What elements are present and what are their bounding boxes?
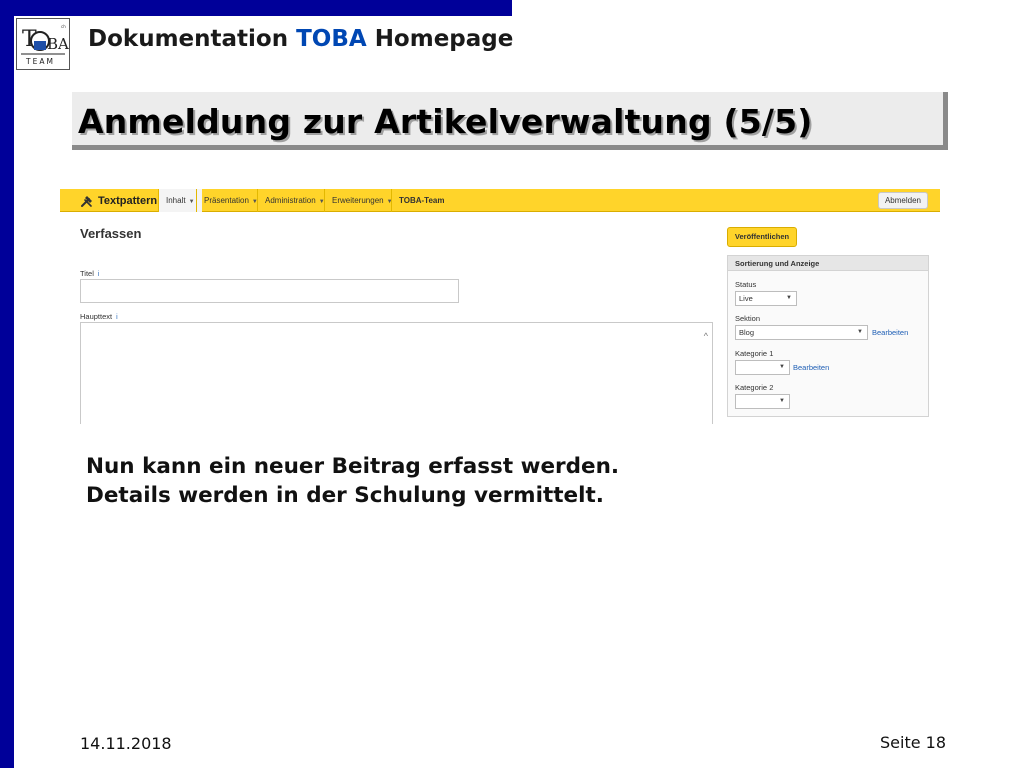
textpattern-screenshot: Textpattern Inhalt ▼ Präsentation ▼ Admini… xyxy=(60,189,940,424)
chevron-down-icon: ▼ xyxy=(188,199,195,205)
slide-title: Anmeldung zur Artikelverwaltung (5/5) xyxy=(78,102,813,141)
slide: T BA TEAM ch Dokumentation TOBA Homepage… xyxy=(0,0,1024,768)
svg-text:TEAM: TEAM xyxy=(25,57,55,66)
section-select[interactable]: Blog ▼ xyxy=(735,325,868,340)
category2-select[interactable]: ▼ xyxy=(735,394,790,409)
title-input[interactable] xyxy=(80,279,459,303)
category1-select[interactable]: ▼ xyxy=(735,360,790,375)
body-line: Details werden in der Schulung vermittel… xyxy=(86,483,604,508)
slide-body: Nun kann ein neuer Beitrag erfasst werde… xyxy=(86,452,619,510)
status-label: Status xyxy=(735,280,757,289)
logout-button[interactable]: Abmelden xyxy=(877,192,928,209)
section-edit-link[interactable]: Bearbeiten xyxy=(872,328,908,337)
chevron-down-icon: ▼ xyxy=(786,295,792,301)
compose-title: Verfassen xyxy=(80,226,142,241)
toba-team-logo: T BA TEAM ch xyxy=(16,18,70,70)
app-brand[interactable]: Textpattern xyxy=(80,189,157,212)
nav-item-praesentation[interactable]: Präsentation ▼ xyxy=(196,189,265,212)
body-field-label: Haupttext i xyxy=(80,312,118,321)
nav-item-toba-team[interactable]: TOBA-Team xyxy=(391,189,452,212)
panel-heading[interactable]: Sortierung und Anzeige xyxy=(728,256,928,271)
category-edit-link[interactable]: Bearbeiten xyxy=(793,363,829,372)
footer-date: 14.11.2018 xyxy=(80,734,172,753)
category2-label: Kategorie 2 xyxy=(735,383,774,392)
scroll-up-icon[interactable]: ^ xyxy=(704,331,708,341)
body-textarea[interactable]: ^ xyxy=(80,322,713,424)
info-icon[interactable]: i xyxy=(116,314,118,321)
top-frame-bar xyxy=(0,0,512,16)
footer-page-number: Seite 18 xyxy=(880,733,947,752)
publish-button[interactable]: Veröffentlichen xyxy=(727,227,797,247)
sort-display-panel: Sortierung und Anzeige Status Live ▼ Sekt… xyxy=(727,255,929,417)
section-label: Sektion xyxy=(735,314,761,323)
chevron-down-icon: ▼ xyxy=(857,329,863,335)
info-icon[interactable]: i xyxy=(98,271,100,278)
header-title-suffix: Homepage xyxy=(374,26,514,52)
app-brand-label: Textpattern xyxy=(98,194,158,207)
status-select[interactable]: Live ▼ xyxy=(735,291,797,306)
svg-text:BA: BA xyxy=(47,35,69,53)
hammer-icon xyxy=(81,195,92,207)
left-frame-bar xyxy=(0,0,14,768)
chevron-down-icon: ▼ xyxy=(779,398,785,404)
chevron-down-icon: ▼ xyxy=(779,364,785,370)
title-field-label: Titel i xyxy=(80,269,100,278)
nav-item-inhalt[interactable]: Inhalt ▼ xyxy=(158,189,202,212)
nav-item-administration[interactable]: Administration ▼ xyxy=(257,189,332,212)
body-line: Nun kann ein neuer Beitrag erfasst werde… xyxy=(86,454,620,479)
app-navbar: Textpattern Inhalt ▼ Präsentation ▼ Admini… xyxy=(60,189,940,212)
header-title: Dokumentation TOBA Homepage xyxy=(88,26,513,52)
header-title-prefix: Dokumentation xyxy=(88,26,289,52)
header-title-accent: TOBA xyxy=(296,26,367,52)
category1-label: Kategorie 1 xyxy=(735,349,774,358)
nav-item-erweiterungen[interactable]: Erweiterungen ▼ xyxy=(324,189,400,212)
slide-title-box: Anmeldung zur Artikelverwaltung (5/5) xyxy=(72,92,948,150)
svg-text:ch: ch xyxy=(61,24,66,29)
